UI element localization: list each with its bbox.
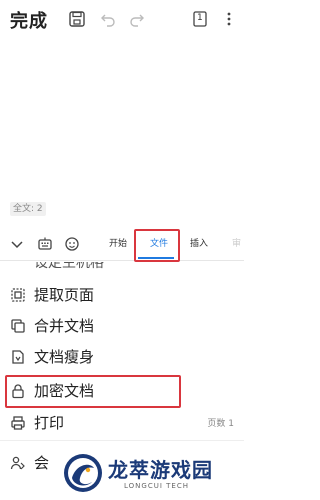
- menu-item-slim-doc[interactable]: 文档瘦身: [0, 342, 244, 372]
- top-bar: 完成 1: [0, 0, 244, 40]
- ribbon-toolbar: 开始 文件 插入 审: [0, 228, 244, 261]
- partial-menu-item: 设定主机格: [0, 262, 244, 270]
- done-button[interactable]: 完成: [10, 7, 48, 33]
- print-page-count: 页数 1: [207, 419, 234, 429]
- word-count-badge: 全文: 2: [10, 202, 46, 216]
- menu-item-label: 会: [34, 454, 50, 472]
- undo-icon[interactable]: [99, 10, 117, 28]
- tab-insert[interactable]: 插入: [190, 228, 208, 260]
- save-icon[interactable]: [68, 10, 86, 28]
- watermark: 龙萃游戏园 LONGCUI TECH: [62, 452, 242, 496]
- more-icon[interactable]: [220, 10, 238, 28]
- tab-start[interactable]: 开始: [109, 228, 127, 260]
- page-count-label: 1: [197, 13, 203, 23]
- collapse-chevron-icon[interactable]: [9, 236, 25, 252]
- keyboard-icon[interactable]: [37, 236, 53, 252]
- menu-item-merge-doc[interactable]: 合并文档: [0, 311, 244, 341]
- printer-icon: [10, 415, 26, 431]
- document-editor[interactable]: [0, 40, 244, 200]
- emoji-icon[interactable]: [64, 236, 80, 252]
- divider: [0, 440, 244, 441]
- encrypt-highlight-box: [5, 375, 181, 408]
- user-share-icon: [10, 455, 26, 471]
- menu-item-extract-page[interactable]: 提取页面: [0, 280, 244, 310]
- merge-doc-icon: [10, 318, 26, 334]
- menu-item-print[interactable]: 打印 页数 1: [0, 408, 244, 438]
- menu-item-label: 提取页面: [34, 286, 95, 304]
- slim-doc-icon: [10, 349, 26, 365]
- extract-page-icon: [10, 287, 26, 303]
- menu-item-label: 合并文档: [34, 317, 95, 335]
- menu-item-label: 打印: [34, 414, 65, 432]
- redo-icon[interactable]: [128, 10, 146, 28]
- tab-review-partial[interactable]: 审: [232, 228, 241, 260]
- watermark-title: 龙萃游戏园: [108, 458, 213, 482]
- menu-item-label: 文档瘦身: [34, 348, 95, 366]
- file-tab-highlight-box: [134, 229, 180, 262]
- watermark-subtitle: LONGCUI TECH: [124, 482, 189, 490]
- watermark-logo-icon: [62, 452, 104, 494]
- partial-menu-label: 设定主机格: [34, 262, 104, 270]
- page-count-icon[interactable]: 1: [191, 10, 209, 28]
